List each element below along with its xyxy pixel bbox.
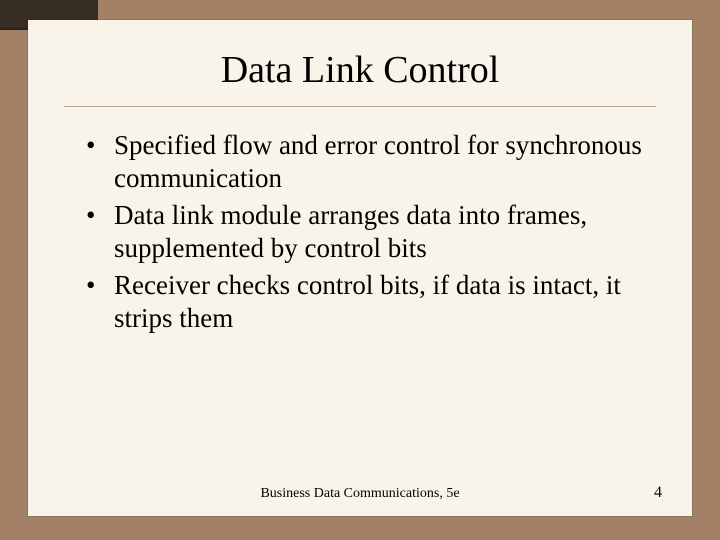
slide-content: Data Link Control Specified flow and err… <box>28 20 692 516</box>
slide-footer: Business Data Communications, 5e 4 <box>28 486 692 502</box>
slide: Data Link Control Specified flow and err… <box>0 0 720 540</box>
page-number: 4 <box>654 484 662 502</box>
title-rule <box>64 106 656 107</box>
bullet-item: Specified flow and error control for syn… <box>86 129 652 195</box>
bullet-item: Receiver checks control bits, if data is… <box>86 269 652 335</box>
bullet-item: Data link module arranges data into fram… <box>86 199 652 265</box>
slide-title: Data Link Control <box>68 48 652 92</box>
bullet-list: Specified flow and error control for syn… <box>86 129 652 335</box>
footer-text: Business Data Communications, 5e <box>28 486 692 502</box>
